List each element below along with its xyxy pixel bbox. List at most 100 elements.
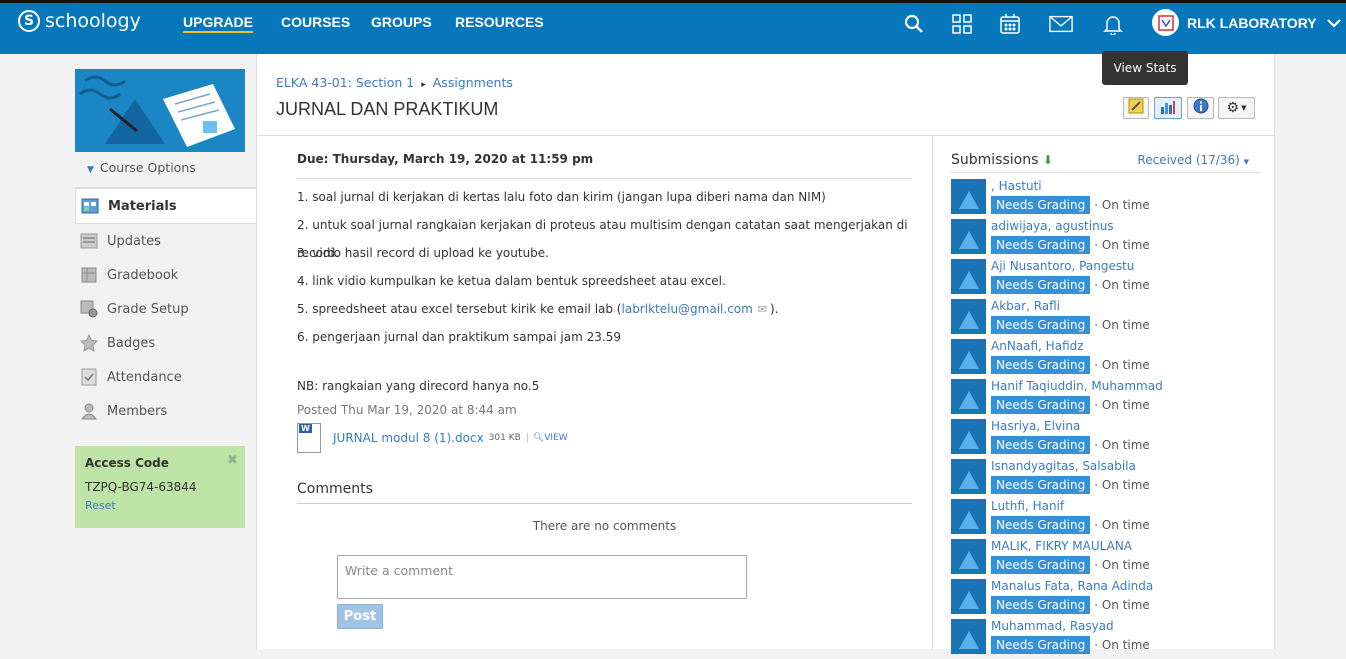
submission-row[interactable]: Hanif Taqiuddin, Muhammad Needs Grading · … — [951, 379, 1261, 419]
info-button[interactable] — [1187, 97, 1214, 119]
needs-grading-badge[interactable]: Needs Grading — [991, 316, 1091, 334]
needs-grading-badge[interactable]: Needs Grading — [991, 236, 1091, 254]
settings-dropdown-button[interactable]: ⚙ ▼ — [1218, 97, 1255, 119]
on-time-label: · On time — [1094, 278, 1150, 292]
needs-grading-badge[interactable]: Needs Grading — [991, 596, 1091, 614]
submission-row[interactable]: Isnandyagitas, Salsabila Needs Grading · O… — [951, 459, 1261, 499]
nav-groups[interactable]: GROUPS — [371, 14, 432, 30]
submission-row[interactable]: , Hastuti Needs Grading · On time — [951, 179, 1261, 219]
needs-grading-badge[interactable]: Needs Grading — [991, 556, 1091, 574]
needs-grading-badge[interactable]: Needs Grading — [991, 356, 1091, 374]
menu-item-gradebook[interactable]: Gradebook — [75, 258, 256, 292]
attachment-view-link[interactable]: 🔍︎VIEW — [526, 433, 568, 443]
needs-grading-badge[interactable]: Needs Grading — [991, 436, 1091, 454]
student-avatar — [951, 419, 986, 454]
needs-grading-badge[interactable]: Needs Grading — [991, 476, 1091, 494]
download-icon[interactable]: ⬇ — [1043, 153, 1053, 167]
student-name[interactable]: Hanif Taqiuddin, Muhammad — [991, 379, 1163, 393]
mail-icon[interactable] — [1049, 12, 1073, 36]
on-time-label: · On time — [1094, 318, 1150, 332]
student-avatar — [951, 539, 986, 574]
needs-grading-badge[interactable]: Needs Grading — [991, 196, 1091, 214]
needs-grading-badge[interactable]: Needs Grading — [991, 276, 1091, 294]
user-menu[interactable]: RLK LABORATORY — [1152, 9, 1341, 36]
submission-status: Needs Grading · On time — [991, 596, 1153, 614]
student-name[interactable]: Aji Nusantoro, Pangestu — [991, 259, 1150, 273]
student-name[interactable]: Hasriya, Elvina — [991, 419, 1150, 433]
members-icon — [79, 402, 99, 420]
attachment-link[interactable]: JURNAL modul 8 (1).docx — [333, 431, 484, 445]
student-name[interactable]: Luthfi, Hanif — [991, 499, 1150, 513]
access-code-box: ✖ Access Code TZPQ-BG74-63844 Reset — [75, 446, 245, 528]
student-name[interactable]: , Hastuti — [991, 179, 1150, 193]
on-time-label: · On time — [1094, 358, 1150, 372]
breadcrumb-assignments-link[interactable]: Assignments — [433, 75, 513, 90]
menu-item-materials[interactable]: Materials — [75, 188, 256, 224]
nav-courses[interactable]: COURSES — [281, 14, 350, 30]
caret-down-icon: ▼ — [1241, 104, 1247, 112]
email-link[interactable]: labrlktelu@gmail.com — [622, 302, 753, 316]
student-name[interactable]: Manalus Fata, Rana Adinda — [991, 579, 1153, 593]
nav-resources[interactable]: RESOURCES — [455, 14, 544, 30]
student-name[interactable]: adiwijaya, agustinus — [991, 219, 1150, 233]
column-divider — [932, 136, 933, 649]
submission-row[interactable]: Aji Nusantoro, Pangestu Needs Grading · On… — [951, 259, 1261, 299]
submission-row[interactable]: MALIK, FIKRY MAULANA Needs Grading · On ti… — [951, 539, 1261, 579]
student-name[interactable]: Muhammad, Rasyad — [991, 619, 1150, 633]
menu-item-badges[interactable]: Badges — [75, 326, 256, 360]
submission-row[interactable]: Akbar, Rafli Needs Grading · On time — [951, 299, 1261, 339]
edit-assignment-button[interactable] — [1123, 97, 1149, 119]
access-code-reset-link[interactable]: Reset — [85, 499, 235, 512]
on-time-label: · On time — [1094, 518, 1150, 532]
post-comment-button[interactable]: Post — [337, 604, 383, 629]
student-name[interactable]: Akbar, Rafli — [991, 299, 1150, 313]
notifications-bell-icon[interactable] — [1101, 12, 1125, 36]
instruction-text: 5. spreedsheet atau excel tersebut kirik… — [297, 302, 622, 316]
received-filter[interactable]: Received (17/36) ▼ — [1137, 153, 1249, 167]
submission-row[interactable]: Muhammad, Rasyad Needs Grading · On time — [951, 619, 1261, 659]
menu-item-attendance[interactable]: Attendance — [75, 360, 256, 394]
course-options-toggle[interactable]: ▼ Course Options — [87, 160, 256, 175]
user-avatar — [1152, 9, 1179, 36]
submission-row[interactable]: adiwijaya, agustinus Needs Grading · On ti… — [951, 219, 1261, 259]
needs-grading-badge[interactable]: Needs Grading — [991, 516, 1091, 534]
calendar-icon[interactable] — [998, 12, 1022, 36]
submission-row[interactable]: Manalus Fata, Rana Adinda Needs Grading · … — [951, 579, 1261, 619]
submission-row[interactable]: Hasriya, Elvina Needs Grading · On time — [951, 419, 1261, 459]
on-time-label: · On time — [1094, 598, 1150, 612]
chevron-down-icon — [1326, 15, 1341, 31]
breadcrumb: ELKA 43-01: Section 1 ▸ Assignments — [276, 75, 513, 90]
nav-upgrade[interactable]: UPGRADE — [183, 14, 254, 33]
student-name[interactable]: Isnandyagitas, Salsabila — [991, 459, 1150, 473]
top-navigation-bar: S schoology UPGRADE COURSES GROUPS RESOU… — [0, 0, 1346, 54]
on-time-label: · On time — [1094, 238, 1150, 252]
menu-item-label: Attendance — [107, 369, 182, 385]
menu-item-grade-setup[interactable]: Grade Setup — [75, 292, 256, 326]
logo-text: schoology — [45, 10, 141, 32]
page-title: JURNAL DAN PRAKTIKUM — [276, 99, 499, 119]
schoology-s-icon: S — [18, 10, 40, 32]
submission-row[interactable]: AnNaafi, Hafidz Needs Grading · On time — [951, 339, 1261, 379]
search-icon[interactable] — [902, 12, 926, 36]
menu-item-updates[interactable]: Updates — [75, 224, 256, 258]
menu-item-label: Updates — [107, 233, 161, 249]
close-icon[interactable]: ✖ — [227, 453, 238, 468]
menu-item-label: Grade Setup — [107, 301, 189, 317]
submission-row[interactable]: Luthfi, Hanif Needs Grading · On time — [951, 499, 1261, 539]
needs-grading-badge[interactable]: Needs Grading — [991, 636, 1091, 654]
submission-status: Needs Grading · On time — [991, 196, 1150, 214]
course-menu: Materials Updates Gradebook Grade Setup … — [75, 187, 256, 428]
student-name[interactable]: AnNaafi, Hafidz — [991, 339, 1150, 353]
submission-status: Needs Grading · On time — [991, 476, 1150, 494]
needs-grading-badge[interactable]: Needs Grading — [991, 396, 1091, 414]
on-time-label: · On time — [1094, 438, 1150, 452]
student-name[interactable]: MALIK, FIKRY MAULANA — [991, 539, 1150, 553]
breadcrumb-course-link[interactable]: ELKA 43-01: Section 1 — [276, 75, 414, 90]
menu-item-members[interactable]: Members — [75, 394, 256, 428]
comment-input[interactable]: Write a comment — [337, 555, 747, 599]
submission-status: Needs Grading · On time — [991, 436, 1150, 454]
schoology-logo[interactable]: S schoology — [18, 10, 141, 32]
gradebook-icon — [79, 266, 99, 284]
view-stats-button[interactable] — [1154, 97, 1182, 119]
apps-grid-icon[interactable] — [950, 12, 974, 36]
